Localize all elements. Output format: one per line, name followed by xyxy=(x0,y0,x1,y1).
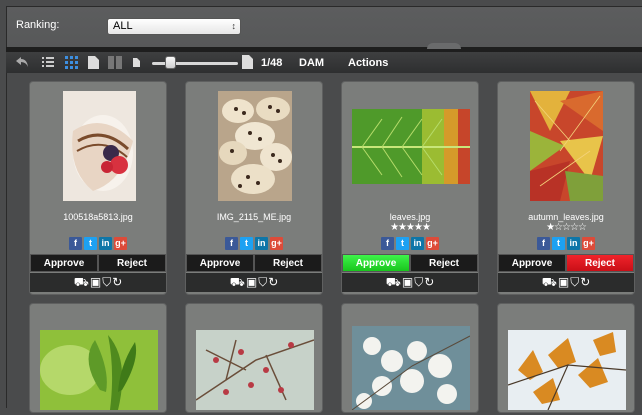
image-filename: IMG_2115_ME.jpg xyxy=(216,212,292,222)
card-actions: ⛟ ▣ ⛉ ↻ xyxy=(498,273,634,292)
twitter-icon[interactable]: t xyxy=(84,237,97,250)
page-indicator: 1/48 xyxy=(261,57,283,69)
card-actions: ⛟ ▣ ⛉ ↻ xyxy=(30,273,166,292)
cart-icon[interactable]: ⛉ xyxy=(414,273,423,292)
image-thumbnail[interactable] xyxy=(530,91,603,201)
ranking-select[interactable]: ALL ↕ xyxy=(107,18,241,35)
linkedin-icon[interactable]: in xyxy=(99,237,112,250)
cart-icon[interactable]: ⛉ xyxy=(258,273,267,292)
cart-icon[interactable]: ⛉ xyxy=(102,273,111,292)
card-actions: ⛟ ▣ ⛉ ↻ xyxy=(186,273,322,292)
image-card: IMG_2115_ME.jpg f t in g+ Approve Reject… xyxy=(185,81,323,295)
facebook-icon[interactable]: f xyxy=(537,237,550,250)
select-arrows-icon: ↕ xyxy=(231,21,237,31)
binoculars-icon[interactable]: ⛟ xyxy=(542,273,557,292)
back-icon[interactable] xyxy=(15,56,29,68)
large-size-icon[interactable] xyxy=(242,55,253,69)
twitter-icon[interactable]: t xyxy=(396,237,409,250)
image-card: leaves.jpg ★★★★★ f t in g+ Approve Rejec… xyxy=(341,81,479,295)
image-thumbnail[interactable] xyxy=(351,326,471,411)
image-thumbnail[interactable] xyxy=(352,109,470,184)
googleplus-icon[interactable]: g+ xyxy=(114,237,127,250)
approve-button[interactable]: Approve xyxy=(30,254,98,272)
actions-menu[interactable]: Actions xyxy=(348,57,388,69)
image-thumbnail[interactable] xyxy=(507,330,627,411)
image-filename: autumn_leaves.jpg xyxy=(528,212,604,222)
star-rating[interactable]: ★☆☆☆☆ xyxy=(498,222,634,233)
twitter-icon[interactable]: t xyxy=(552,237,565,250)
linkedin-icon[interactable]: in xyxy=(411,237,424,250)
reject-button[interactable]: Reject xyxy=(410,254,478,272)
split-view-icon[interactable] xyxy=(108,56,122,69)
dam-menu[interactable]: DAM xyxy=(299,57,324,69)
share-bar: f t in g+ xyxy=(342,237,478,250)
binoculars-icon[interactable]: ⛟ xyxy=(386,273,401,292)
approval-buttons: Approve Reject xyxy=(342,254,478,272)
facebook-icon[interactable]: f xyxy=(69,237,82,250)
reject-button[interactable]: Reject xyxy=(254,254,322,272)
facebook-icon[interactable]: f xyxy=(225,237,238,250)
refresh-icon[interactable]: ↻ xyxy=(268,273,278,292)
image-icon[interactable]: ▣ xyxy=(558,273,569,292)
facebook-icon[interactable]: f xyxy=(381,237,394,250)
filter-panel: Ranking: ALL ↕ xyxy=(6,6,642,47)
image-thumbnail[interactable] xyxy=(218,91,292,201)
linkedin-icon[interactable]: in xyxy=(255,237,268,250)
twitter-icon[interactable]: t xyxy=(240,237,253,250)
reject-button[interactable]: Reject xyxy=(98,254,166,272)
image-card xyxy=(29,303,167,413)
image-icon[interactable]: ▣ xyxy=(246,273,257,292)
collapse-handle[interactable] xyxy=(427,43,461,49)
image-icon[interactable]: ▣ xyxy=(90,273,101,292)
image-thumbnail[interactable] xyxy=(63,91,136,201)
share-bar: f t in g+ xyxy=(186,237,322,250)
ranking-label: Ranking: xyxy=(16,19,60,31)
binoculars-icon[interactable]: ⛟ xyxy=(74,273,89,292)
reject-button[interactable]: Reject xyxy=(566,254,634,272)
image-card xyxy=(185,303,323,413)
star-rating[interactable]: ★★★★★ xyxy=(342,222,478,233)
image-card: 100518a5813.jpg f t in g+ Approve Reject… xyxy=(29,81,167,295)
ranking-select-value: ALL xyxy=(113,20,133,32)
approve-button[interactable]: Approve xyxy=(498,254,566,272)
approval-buttons: Approve Reject xyxy=(498,254,634,272)
refresh-icon[interactable]: ↻ xyxy=(424,273,434,292)
image-filename: leaves.jpg xyxy=(389,212,431,222)
grid-view-icon[interactable] xyxy=(65,56,78,69)
approval-buttons: Approve Reject xyxy=(186,254,322,272)
toolbar: 1/48 DAM Actions xyxy=(6,52,642,73)
list-view-icon[interactable] xyxy=(42,56,54,68)
image-icon[interactable]: ▣ xyxy=(402,273,413,292)
googleplus-icon[interactable]: g+ xyxy=(582,237,595,250)
image-card xyxy=(341,303,479,413)
approve-button[interactable]: Approve xyxy=(186,254,254,272)
approval-buttons: Approve Reject xyxy=(30,254,166,272)
googleplus-icon[interactable]: g+ xyxy=(426,237,439,250)
image-grid: 100518a5813.jpg f t in g+ Approve Reject… xyxy=(6,73,642,413)
image-thumbnail[interactable] xyxy=(40,330,158,410)
refresh-icon[interactable]: ↻ xyxy=(580,273,590,292)
image-thumbnail[interactable] xyxy=(195,330,315,410)
image-card xyxy=(497,303,635,413)
approve-button[interactable]: Approve xyxy=(342,254,410,272)
linkedin-icon[interactable]: in xyxy=(567,237,580,250)
zoom-slider-thumb[interactable] xyxy=(165,56,176,69)
cart-icon[interactable]: ⛉ xyxy=(570,273,579,292)
googleplus-icon[interactable]: g+ xyxy=(270,237,283,250)
image-filename: 100518a5813.jpg xyxy=(63,212,133,222)
image-card: autumn_leaves.jpg ★☆☆☆☆ f t in g+ Approv… xyxy=(497,81,635,295)
refresh-icon[interactable]: ↻ xyxy=(112,273,122,292)
card-actions: ⛟ ▣ ⛉ ↻ xyxy=(342,273,478,292)
single-page-icon[interactable] xyxy=(88,56,99,69)
share-bar: f t in g+ xyxy=(30,237,166,250)
share-bar: f t in g+ xyxy=(498,237,634,250)
binoculars-icon[interactable]: ⛟ xyxy=(230,273,245,292)
small-size-icon[interactable] xyxy=(133,58,140,67)
